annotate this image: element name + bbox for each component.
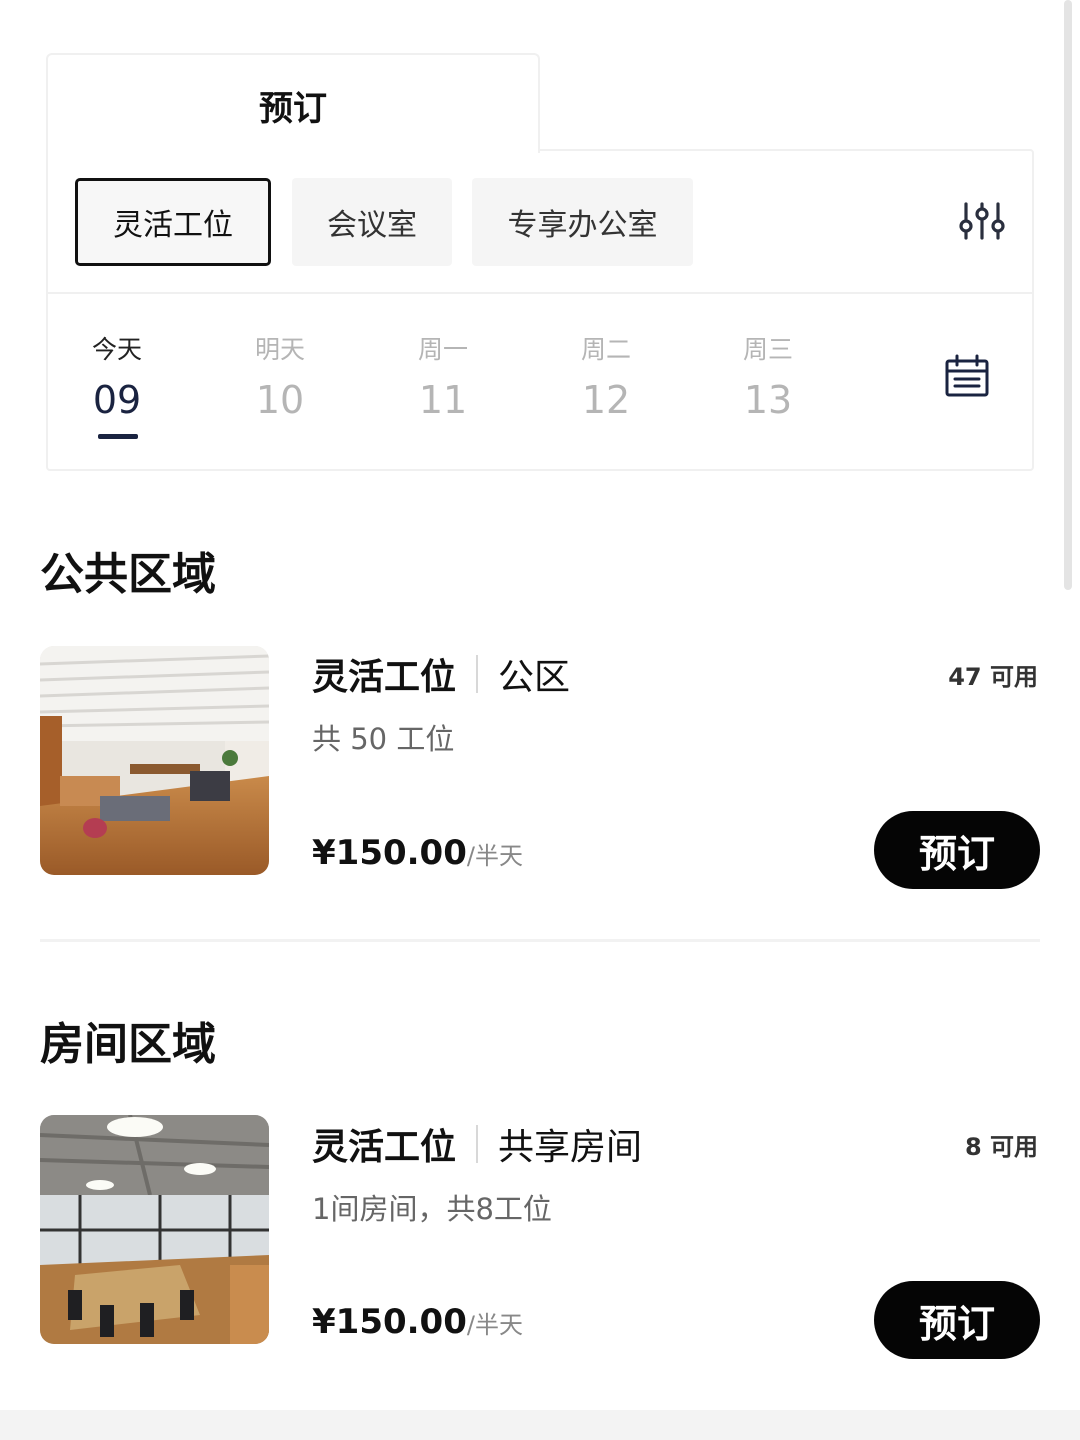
type-label: 专享办公室 xyxy=(507,208,658,243)
scrollbar[interactable] xyxy=(1064,0,1072,590)
item-area: 共享房间 xyxy=(498,1127,643,1168)
price-amount: ¥150.00 xyxy=(312,833,467,873)
type-flexible-desk-button[interactable]: 灵活工位 xyxy=(75,178,271,266)
date-number: 11 xyxy=(418,378,468,422)
weekday-label: 今天 xyxy=(91,335,142,364)
date-number: 13 xyxy=(743,378,793,422)
section-title-public: 公共区域 xyxy=(40,549,216,600)
sliders-icon[interactable] xyxy=(958,200,1006,242)
date-number: 09 xyxy=(92,378,142,422)
price: ¥150.00 /半天 xyxy=(312,833,523,873)
weekday-label: 周三 xyxy=(742,335,793,364)
type-private-office-button[interactable]: 专享办公室 xyxy=(472,178,693,266)
book-button-public[interactable]: 预订 xyxy=(874,811,1040,889)
date-number: 10 xyxy=(255,378,305,422)
price: ¥150.00 /半天 xyxy=(312,1302,523,1342)
date-number: 12 xyxy=(581,378,631,422)
date-tomorrow[interactable]: 明天 10 xyxy=(225,330,335,422)
price-unit: /半天 xyxy=(466,842,523,870)
price-unit: /半天 xyxy=(466,1311,523,1339)
item-name: 灵活工位 xyxy=(312,657,457,698)
date-tuesday[interactable]: 周二 12 xyxy=(551,330,661,422)
tab-booking-label: 预订 xyxy=(259,89,327,129)
type-meeting-room-button[interactable]: 会议室 xyxy=(292,178,452,266)
item-area: 公区 xyxy=(498,657,571,698)
availability-count: 47 可用 xyxy=(948,663,1038,691)
card-divider xyxy=(48,292,1032,294)
item-description: 共 50 工位 xyxy=(312,722,455,756)
book-button-room[interactable]: 预订 xyxy=(874,1281,1040,1359)
section-title-rooms: 房间区域 xyxy=(40,1019,216,1070)
calendar-icon[interactable] xyxy=(944,354,990,398)
bottom-bar xyxy=(0,1410,1080,1440)
title-separator xyxy=(476,1125,479,1163)
workspace-photo-room[interactable] xyxy=(40,1115,269,1344)
weekday-label: 周一 xyxy=(417,335,468,364)
section-divider xyxy=(40,939,1040,942)
weekday-label: 明天 xyxy=(254,335,305,364)
availability-count: 8 可用 xyxy=(964,1133,1038,1161)
item-name: 灵活工位 xyxy=(312,1127,457,1168)
date-monday[interactable]: 周一 11 xyxy=(388,330,498,422)
type-label: 灵活工位 xyxy=(113,208,233,243)
date-today[interactable]: 今天 09 xyxy=(62,330,172,439)
tab-booking[interactable]: 预订 xyxy=(46,53,540,153)
item-title-room: 灵活工位 共享房间 xyxy=(312,1118,642,1170)
workspace-photo-public[interactable] xyxy=(40,646,269,875)
item-title-public: 灵活工位 公区 xyxy=(312,648,570,700)
title-separator xyxy=(476,655,479,693)
price-amount: ¥150.00 xyxy=(312,1302,467,1342)
type-label: 会议室 xyxy=(327,208,417,243)
weekday-label: 周二 xyxy=(580,335,631,364)
selected-date-indicator xyxy=(98,434,138,439)
item-description: 1间房间，共8工位 xyxy=(312,1192,552,1226)
date-wednesday[interactable]: 周三 13 xyxy=(713,330,823,422)
